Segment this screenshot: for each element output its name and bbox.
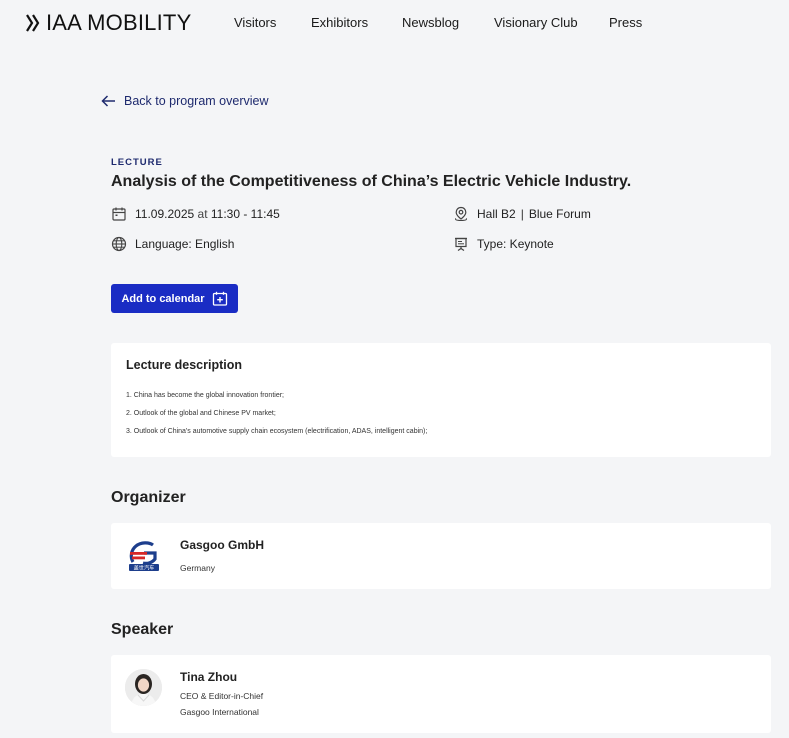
organizer-name: Gasgoo GmbH [180, 538, 265, 552]
event-title: Analysis of the Competitiveness of China… [111, 173, 632, 190]
back-link-label: Back to program overview [124, 94, 269, 108]
event-type-label: Type: Keynote [477, 237, 554, 251]
event-language: Language: English [111, 236, 234, 252]
back-to-program-link[interactable]: Back to program overview [101, 94, 269, 108]
event-datetime: 11.09.2025 at 11:30 - 11:45 [111, 206, 280, 222]
event-date: 11.09.2025 [135, 207, 195, 221]
event-time: 11:30 - 11:45 [210, 207, 280, 221]
lecture-description-title: Lecture description [126, 358, 242, 372]
calendar-icon [112, 207, 126, 221]
location-pin-icon [455, 206, 467, 222]
speaker-card[interactable]: Tina Zhou CEO & Editor-in-Chief Gasgoo I… [111, 655, 771, 733]
calendar-plus-icon [212, 291, 227, 306]
location-separator: | [520, 207, 524, 221]
add-to-calendar-button[interactable]: Add to calendar [111, 284, 238, 313]
organizer-country: Germany [180, 563, 215, 573]
globe-icon [111, 236, 127, 252]
event-language-label: Language: English [135, 237, 235, 251]
nav-exhibitors[interactable]: Exhibitors [311, 15, 368, 30]
gasgoo-logo: 盖世汽车 [127, 539, 161, 573]
description-line: 2. Outlook of the global and Chinese PV … [126, 410, 276, 417]
nav-newsblog[interactable]: Newsblog [402, 15, 459, 30]
speaker-heading: Speaker [111, 621, 174, 638]
presentation-icon [455, 237, 467, 251]
event-forum: Blue Forum [528, 207, 591, 221]
event-at: at [197, 207, 208, 221]
event-type: Type: Keynote [453, 236, 554, 252]
lecture-description-card: Lecture description 1. China has become … [111, 343, 771, 457]
description-line: 3. Outlook of China's automotive supply … [126, 428, 428, 435]
site-header: IAA MOBILITY Visitors Exhibitors Newsblo… [0, 0, 789, 46]
event-hall: Hall B2 [477, 207, 516, 221]
main-nav: Visitors Exhibitors Newsblog Visionary C… [0, 15, 789, 31]
gasgoo-logo-text: 盖世汽车 [134, 564, 155, 572]
speaker-avatar [125, 669, 162, 706]
nav-press[interactable]: Press [609, 15, 642, 30]
event-location: Hall B2 | Blue Forum [453, 206, 591, 222]
nav-visionary-club[interactable]: Visionary Club [494, 15, 578, 30]
nav-visitors[interactable]: Visitors [234, 15, 276, 30]
arrow-left-icon [101, 95, 115, 107]
organizer-heading: Organizer [111, 489, 186, 506]
speaker-role: CEO & Editor-in-Chief [180, 691, 264, 701]
speaker-name: Tina Zhou [180, 670, 238, 684]
speaker-company: Gasgoo International [180, 707, 259, 717]
description-line: 1. China has become the global innovatio… [126, 392, 284, 399]
add-to-calendar-label: Add to calendar [121, 292, 205, 305]
organizer-card[interactable]: 盖世汽车 Gasgoo GmbH Germany [111, 523, 771, 589]
event-category: LECTURE [111, 157, 163, 168]
